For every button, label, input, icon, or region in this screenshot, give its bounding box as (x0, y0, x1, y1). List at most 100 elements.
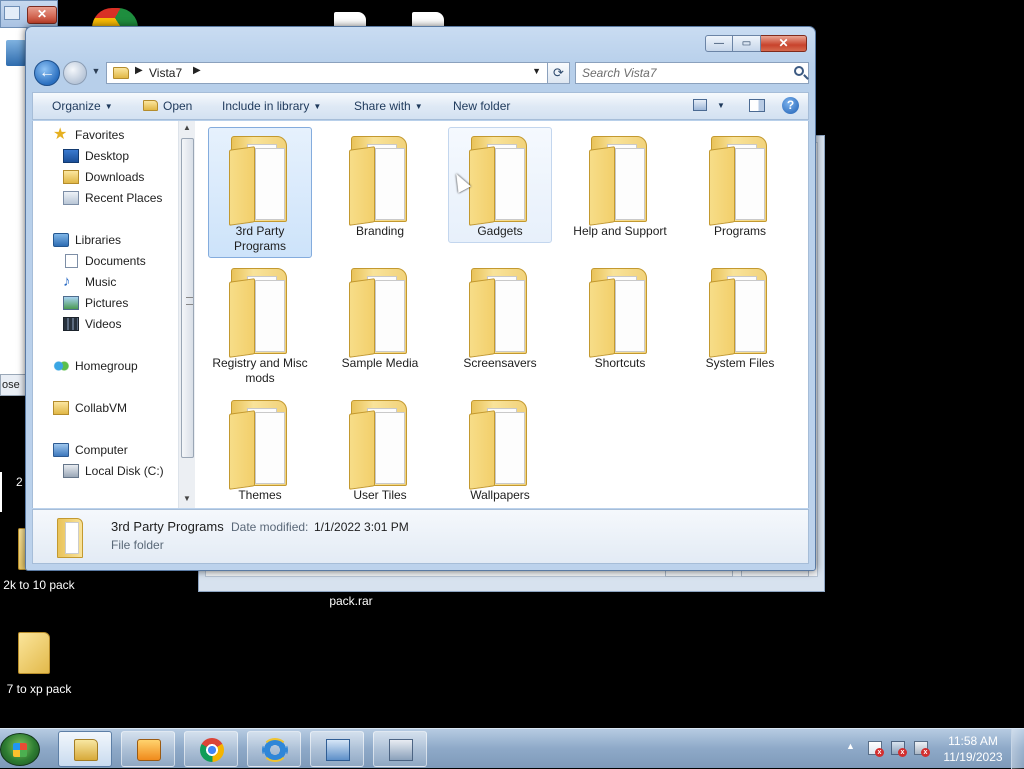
background-window-minimize-button[interactable] (4, 6, 20, 20)
folder-item[interactable]: Screensavers (448, 259, 552, 375)
folder-item-label: System Files (705, 356, 775, 370)
action-center-flag-icon[interactable]: x (868, 741, 884, 757)
desktop-icon-label[interactable]: 7 to xp pack (0, 682, 78, 696)
start-button[interactable] (0, 733, 40, 766)
folder-icon (227, 264, 293, 358)
taskbar-button-internet-explorer[interactable] (247, 731, 301, 767)
volume-muted-icon[interactable]: x (914, 741, 930, 757)
details-date-modified-value: 1/1/2022 3:01 PM (314, 520, 409, 534)
minimize-button[interactable]: — (705, 35, 733, 52)
taskbar-button-remote-desktop[interactable] (310, 731, 364, 767)
folder-item[interactable]: Sample Media (328, 259, 432, 375)
folder-item[interactable]: 3rd Party Programs (208, 127, 312, 258)
folder-item[interactable]: Branding (328, 127, 432, 243)
details-item-name: 3rd Party Programs (111, 519, 224, 534)
address-bar[interactable]: ▶ Vista7 ▶ ▼ (106, 62, 548, 84)
new-folder-button[interactable]: New folder (453, 98, 510, 114)
desktop-icon-label[interactable]: pack.rar (318, 594, 384, 608)
clock-date[interactable]: 11/19/2023 (938, 750, 1008, 764)
maximize-button[interactable]: ▭ (733, 35, 761, 52)
folder-item-label: Help and Support (573, 224, 667, 238)
scroll-thumb[interactable] (181, 138, 194, 458)
file-list: 3rd Party Programs Branding Gadgets Help an… (195, 121, 808, 508)
navpane-scrollbar[interactable]: ▲ ▼ (178, 121, 195, 508)
explorer-window: — ▭ ✕ ← ▼ ▶ Vista7 ▶ ▼ ⟳ Organize▼ Open … (25, 26, 816, 571)
taskbar-button-setup[interactable] (373, 731, 427, 767)
scroll-down-arrow-icon[interactable]: ▼ (179, 494, 195, 506)
folder-icon (467, 264, 533, 358)
explorer-content: ★ Favorites Desktop Downloads Recent Plac… (32, 121, 809, 508)
include-in-library-button[interactable]: Include in library ▼ (222, 98, 321, 114)
folder-item[interactable]: User Tiles (328, 391, 432, 507)
breadcrumb-separator[interactable]: ▶ (193, 65, 201, 76)
folder-item-label: Registry and Misc mods (212, 356, 308, 385)
close-button[interactable]: ✕ (761, 35, 807, 52)
folder-icon (467, 132, 533, 226)
documents-icon (65, 254, 78, 268)
folder-item-label: 3rd Party Programs (233, 224, 286, 253)
taskbar: ▲ x x x 11:58 AM 11/19/2023 (0, 728, 1024, 769)
show-desktop-button[interactable] (1011, 729, 1024, 769)
back-button[interactable]: ← (34, 60, 60, 86)
folder-item[interactable]: Themes (208, 391, 312, 507)
search-icon[interactable] (794, 66, 804, 76)
folder-icon (707, 264, 773, 358)
film-strip-icon (63, 317, 79, 331)
folder-icon (55, 516, 87, 560)
address-dropdown-button[interactable]: ▼ (532, 66, 541, 76)
folder-icon (587, 132, 653, 226)
breadcrumb-separator[interactable]: ▶ (135, 65, 143, 76)
windows-logo-icon (13, 743, 27, 757)
folder-item[interactable]: Programs (688, 127, 792, 243)
desktop-icon-label[interactable]: 2k to 10 pack (0, 578, 78, 592)
search-input[interactable] (576, 63, 787, 83)
details-item-type: File folder (111, 538, 164, 552)
folder-item-label: Programs (713, 224, 766, 238)
folder-item[interactable]: Shortcuts (568, 259, 672, 375)
setup-icon (389, 739, 413, 761)
breadcrumb-vista7[interactable]: Vista7 (149, 66, 182, 80)
clock-time[interactable]: 11:58 AM (942, 734, 1004, 748)
scroll-up-arrow-icon[interactable]: ▲ (179, 123, 195, 135)
folder-item-label: Gadgets (477, 224, 523, 238)
folder-icon (143, 100, 158, 111)
background-window-titlebar: ✕ (0, 0, 58, 28)
recent-pages-button[interactable]: ▼ (90, 66, 102, 80)
change-view-icon[interactable] (693, 99, 707, 111)
folder-item[interactable]: System Files (688, 259, 792, 375)
show-hidden-icons-arrow-icon[interactable]: ▲ (846, 741, 855, 751)
music-note-icon: ♪ (63, 273, 71, 290)
caption-buttons: — ▭ ✕ (705, 35, 807, 53)
background-window-body (0, 28, 27, 380)
background-window-footer[interactable]: ose (0, 374, 26, 396)
navigation-bar: ← ▼ ▶ Vista7 ▶ ▼ ⟳ (34, 60, 809, 86)
search-box[interactable] (575, 62, 809, 84)
folder-item[interactable]: Registry and Misc mods (208, 259, 312, 390)
desktop-item-partial[interactable]: 2 (0, 472, 26, 512)
taskbar-button-media-player[interactable] (121, 731, 175, 767)
folder-item[interactable]: Help and Support (568, 127, 672, 243)
network-icon[interactable]: x (891, 741, 907, 757)
folder-item[interactable]: Wallpapers (448, 391, 552, 507)
taskbar-button-explorer[interactable] (58, 731, 112, 767)
organize-button[interactable]: Organize ▼ (52, 98, 113, 114)
media-player-icon (137, 739, 161, 761)
share-with-button[interactable]: Share with ▼ (354, 98, 423, 114)
view-options-dropdown[interactable]: ▼ (717, 98, 725, 114)
windows-explorer-icon (74, 739, 98, 761)
folder-icon[interactable] (18, 632, 50, 674)
desktop-icon (63, 149, 79, 163)
star-icon: ★ (53, 126, 68, 143)
chrome-desktop-icon[interactable] (92, 8, 138, 28)
downloads-folder-icon (63, 170, 79, 184)
forward-button[interactable] (63, 61, 87, 85)
folder-icon (227, 132, 293, 226)
background-window-close-button[interactable]: ✕ (27, 6, 57, 24)
preview-pane-icon[interactable] (749, 99, 765, 112)
refresh-button[interactable]: ⟳ (548, 62, 570, 84)
folder-item-label: User Tiles (353, 488, 407, 502)
folder-icon (347, 132, 413, 226)
help-icon[interactable]: ? (782, 97, 799, 114)
taskbar-button-chrome[interactable] (184, 731, 238, 767)
open-button[interactable]: Open (143, 98, 192, 114)
